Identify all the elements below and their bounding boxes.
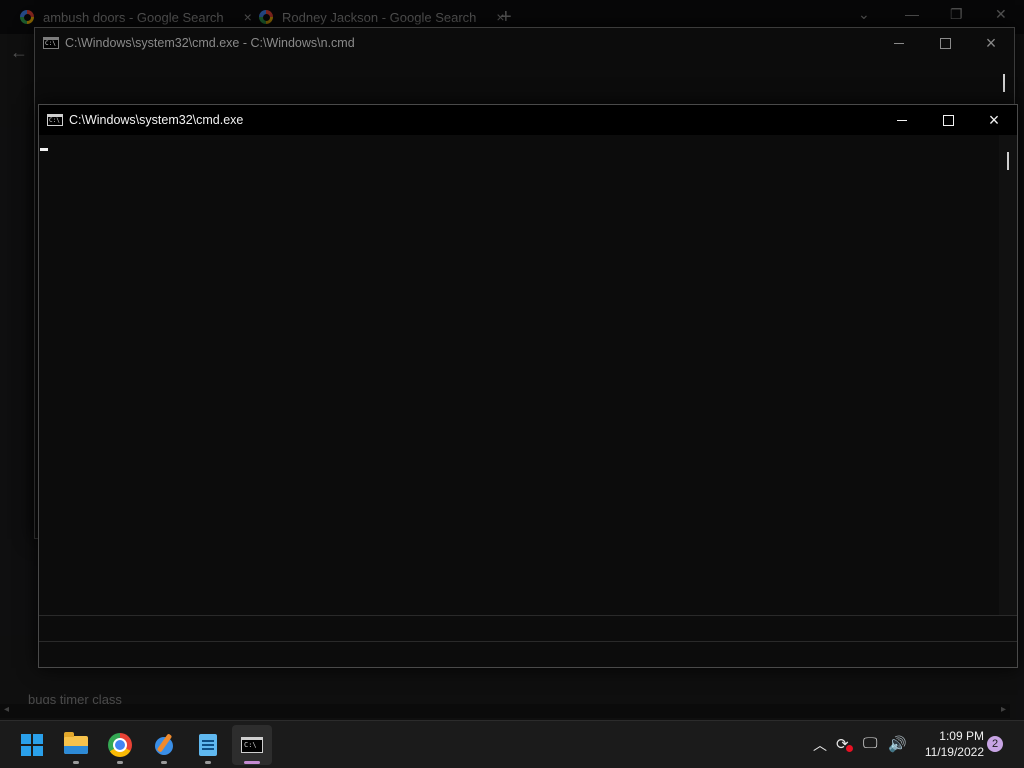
folder-icon <box>64 732 88 754</box>
vertical-scrollbar[interactable] <box>999 135 1017 615</box>
clock[interactable]: 1:09 PM 11/19/2022 <box>912 728 984 760</box>
maximize-button[interactable] <box>925 105 971 135</box>
browser-tab-title: Rodney Jackson - Google Search <box>282 9 477 25</box>
close-button[interactable]: × <box>971 105 1017 135</box>
windows-logo-icon <box>21 734 43 756</box>
start-button[interactable] <box>12 725 52 765</box>
console-titlebar[interactable]: C:\Windows\system32\cmd.exe × <box>39 105 1017 135</box>
minimize-icon[interactable]: — <box>905 6 919 22</box>
front-console-window[interactable]: C:\Windows\system32\cmd.exe × <box>38 104 1018 668</box>
browser-tab-title: ambush doors - Google Search <box>43 9 224 25</box>
google-favicon-icon <box>20 10 34 24</box>
close-button[interactable]: × <box>968 28 1014 58</box>
chevron-down-icon[interactable]: ⌄ <box>858 6 870 23</box>
taskbar-notepad[interactable] <box>188 725 228 765</box>
console-title: C:\Windows\system32\cmd.exe <box>69 113 244 127</box>
restore-icon[interactable]: ❐ <box>950 6 963 23</box>
divider <box>39 641 1017 642</box>
taskbar: ︿ ⟳ 🖵 🔊 1:09 PM 11/19/2022 <box>0 720 1024 768</box>
notification-badge[interactable]: 2 <box>987 736 1003 752</box>
notepad-icon <box>199 734 217 756</box>
scroll-right-icon[interactable]: ▸ <box>1001 704 1006 715</box>
cmd-app-icon <box>47 114 63 126</box>
network-icon[interactable]: 🖵 <box>863 735 877 752</box>
taskbar-file-explorer[interactable] <box>56 725 96 765</box>
volume-icon[interactable]: 🔊 <box>888 735 907 753</box>
clock-time: 1:09 PM <box>939 729 984 743</box>
horizontal-scrollbar[interactable]: ◂ ▸ <box>0 704 1010 718</box>
taskbar-pen-app[interactable] <box>144 725 184 765</box>
console-output-area[interactable] <box>39 135 1017 667</box>
console-titlebar[interactable]: C:\Windows\system32\cmd.exe - C:\Windows… <box>35 28 1014 58</box>
chevron-up-icon[interactable]: ︿ <box>813 735 827 755</box>
taskbar-command-prompt[interactable] <box>232 725 272 765</box>
console-title: C:\Windows\system32\cmd.exe - C:\Windows… <box>65 36 355 50</box>
divider <box>39 615 1017 616</box>
terminal-icon <box>241 737 263 753</box>
running-indicator <box>117 761 123 764</box>
running-indicator <box>161 761 167 764</box>
tab-close-icon[interactable]: × <box>244 9 252 25</box>
scroll-left-icon[interactable]: ◂ <box>4 704 9 715</box>
running-indicator <box>205 761 211 764</box>
alert-dot-icon <box>846 745 853 752</box>
maximize-button[interactable] <box>922 28 968 58</box>
running-indicator <box>73 761 79 764</box>
active-indicator <box>244 761 260 764</box>
text-cursor <box>40 148 48 151</box>
taskbar-chrome[interactable] <box>100 725 140 765</box>
close-icon[interactable]: ✕ <box>995 6 1007 23</box>
minimize-button[interactable] <box>876 28 922 58</box>
google-favicon-icon <box>259 10 273 24</box>
pen-icon <box>152 733 176 757</box>
cmd-app-icon <box>43 37 59 49</box>
clock-date: 11/19/2022 <box>924 745 984 759</box>
new-tab-button[interactable]: + <box>500 6 512 29</box>
minimize-button[interactable] <box>879 105 925 135</box>
chrome-icon <box>108 733 132 757</box>
scrollbar-thumb[interactable] <box>1003 74 1005 92</box>
back-arrow-icon[interactable]: ← <box>10 42 28 63</box>
scrollbar-thumb[interactable] <box>1007 152 1009 170</box>
